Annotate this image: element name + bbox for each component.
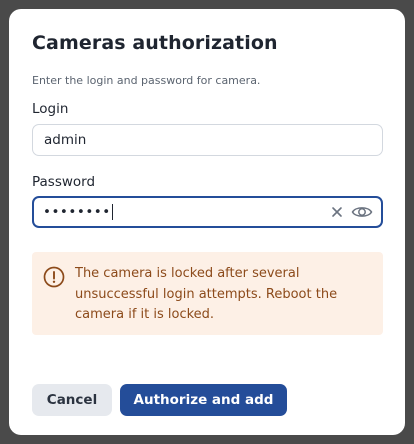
close-icon[interactable]	[329, 204, 345, 220]
dialog-title: Cameras authorization	[32, 32, 278, 54]
dialog-subtitle: Enter the login and password for camera.	[32, 74, 261, 87]
login-value: admin	[44, 132, 87, 148]
exclamation-circle-icon	[43, 266, 65, 288]
password-masked-text: ••••••••	[43, 204, 111, 220]
login-input[interactable]: admin	[32, 124, 383, 156]
authorize-and-add-button[interactable]: Authorize and add	[120, 384, 287, 416]
cancel-button[interactable]: Cancel	[32, 384, 112, 416]
camera-auth-dialog: Cameras authorization Enter the login an…	[9, 9, 405, 435]
password-input[interactable]: ••••••••	[32, 196, 383, 228]
warning-text: The camera is locked after several unsuc…	[75, 266, 338, 322]
text-caret	[111, 204, 113, 220]
lockout-warning: The camera is locked after several unsuc…	[32, 252, 383, 335]
password-label: Password	[32, 174, 96, 190]
eye-icon[interactable]	[351, 202, 373, 222]
password-value: ••••••••	[43, 198, 113, 226]
login-label: Login	[32, 101, 69, 117]
